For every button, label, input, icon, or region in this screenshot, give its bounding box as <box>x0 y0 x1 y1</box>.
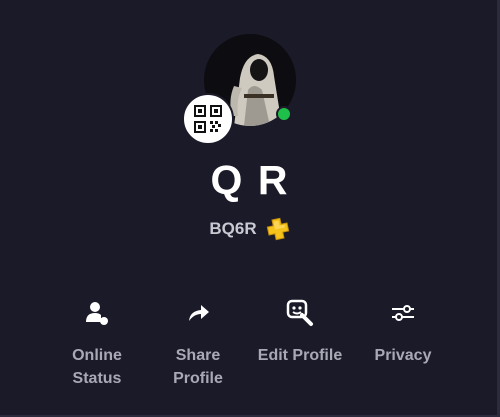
profile-page: Q R BQ6R Online Status Share Profile Edi… <box>0 0 500 417</box>
edit-profile-button[interactable]: Edit Profile <box>248 292 352 396</box>
sliders-icon <box>388 298 418 328</box>
qr-code-icon <box>194 105 222 133</box>
share-arrow-icon <box>183 298 213 328</box>
profile-actions: Online Status Share Profile Edit Profile… <box>0 292 500 402</box>
online-id-row: BQ6R <box>0 214 500 244</box>
share-profile-label: Share Profile <box>173 347 223 387</box>
playstation-plus-icon <box>266 217 289 241</box>
privacy-label: Privacy <box>374 347 432 364</box>
privacy-button[interactable]: Privacy <box>351 292 455 396</box>
edit-profile-label: Edit Profile <box>257 347 343 364</box>
person-status-icon <box>82 298 112 328</box>
qr-code-button[interactable] <box>182 93 234 145</box>
online-status-label: Online Status <box>72 347 122 387</box>
online-status-indicator <box>276 106 292 122</box>
online-id: BQ6R <box>209 219 257 238</box>
share-profile-button[interactable]: Share Profile <box>146 292 250 396</box>
display-name: Q R <box>210 157 290 203</box>
edit-avatar-icon <box>285 298 315 328</box>
online-status-button[interactable]: Online Status <box>45 292 149 396</box>
